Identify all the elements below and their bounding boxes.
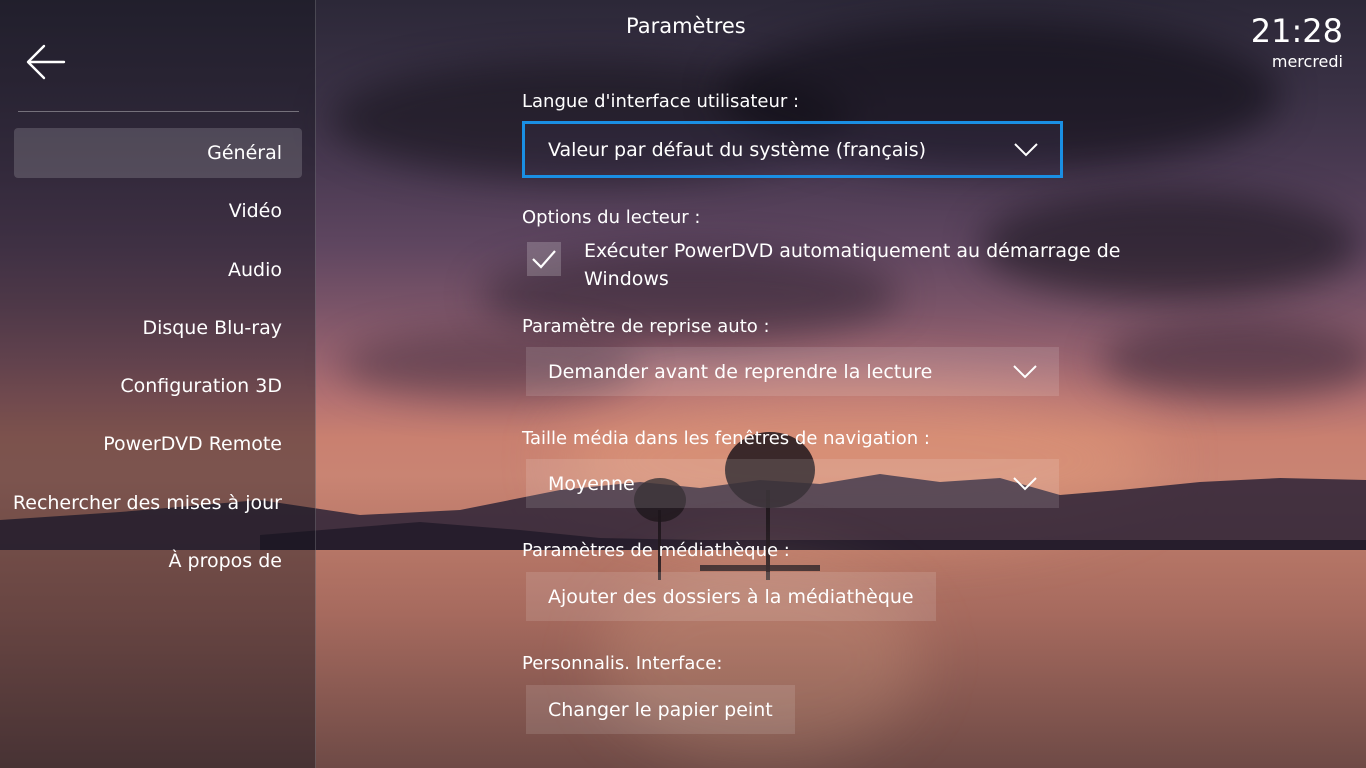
clock-time: 21:28	[1250, 12, 1343, 50]
settings-sidebar: Général Vidéo Audio Disque Blu-ray Confi…	[0, 0, 316, 768]
language-dropdown[interactable]: Valeur par défaut du système (français)	[522, 121, 1063, 178]
chevron-down-icon	[1013, 364, 1037, 378]
clock-day: mercredi	[1271, 52, 1343, 71]
sidebar-nav: Général Vidéo Audio Disque Blu-ray Confi…	[13, 128, 302, 594]
sidebar-item-video[interactable]: Vidéo	[14, 186, 302, 236]
sidebar-item-powerdvd-remote[interactable]: PowerDVD Remote	[14, 419, 302, 469]
language-label: Langue d'interface utilisateur :	[522, 91, 800, 112]
sidebar-item-general[interactable]: Général	[14, 128, 302, 178]
clock: 21:28 mercredi	[1251, 12, 1343, 71]
auto-resume-dropdown-value: Demander avant de reprendre la lecture	[548, 360, 933, 383]
sidebar-item-about[interactable]: À propos de	[14, 536, 302, 586]
sidebar-item-3d-config[interactable]: Configuration 3D	[14, 361, 302, 411]
sidebar-item-bluray[interactable]: Disque Blu-ray	[14, 303, 302, 353]
sidebar-item-check-updates[interactable]: Rechercher des mises à jour	[13, 478, 302, 528]
media-size-dropdown-value: Moyenne	[548, 472, 635, 495]
arrow-left-icon	[26, 44, 66, 80]
chevron-down-icon	[1014, 142, 1038, 156]
change-wallpaper-button[interactable]: Changer le papier peint	[526, 685, 795, 734]
library-label: Paramètres de médiathèque :	[522, 540, 790, 561]
back-button[interactable]	[24, 40, 68, 84]
autostart-checkbox[interactable]	[527, 242, 561, 276]
media-size-dropdown[interactable]: Moyenne	[526, 459, 1059, 508]
player-options-label: Options du lecteur :	[522, 207, 701, 228]
page-title: Paramètres	[626, 14, 746, 38]
media-size-label: Taille média dans les fenêtres de naviga…	[522, 428, 930, 449]
sidebar-item-audio[interactable]: Audio	[14, 245, 302, 295]
language-dropdown-value: Valeur par défaut du système (français)	[548, 138, 927, 161]
chevron-down-icon	[1013, 476, 1037, 490]
checkmark-icon	[532, 250, 556, 269]
autostart-label: Exécuter PowerDVD automatiquement au dém…	[584, 240, 1121, 290]
sidebar-divider	[18, 111, 299, 112]
add-library-folders-button[interactable]: Ajouter des dossiers à la médiathèque	[526, 572, 936, 621]
auto-resume-dropdown[interactable]: Demander avant de reprendre la lecture	[526, 347, 1059, 396]
auto-resume-label: Paramètre de reprise auto :	[522, 316, 770, 337]
customize-label: Personnalis. Interface:	[522, 653, 723, 674]
